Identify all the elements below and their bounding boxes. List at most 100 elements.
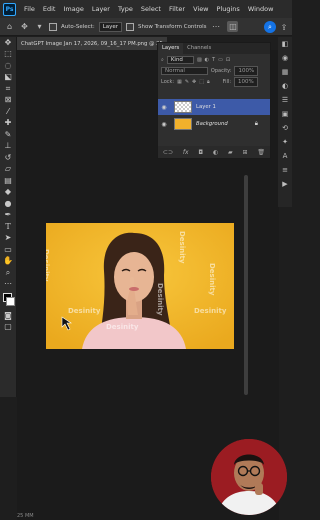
tab-layers[interactable]: Layers (158, 43, 184, 54)
fx-icon[interactable]: fx (183, 149, 189, 156)
share-icon[interactable]: ⇪ (279, 21, 289, 33)
eyedropper-icon[interactable]: ⁄ (0, 106, 16, 118)
status-bar: 25 MM (17, 512, 217, 520)
search-icon[interactable]: ⌕ (264, 21, 276, 33)
lock-icon: 🔒︎ (254, 120, 258, 127)
more-tools-icon[interactable]: ⋯ (0, 279, 16, 291)
history-brush-icon[interactable]: ↺ (0, 152, 16, 164)
move-tool-icon[interactable]: ✥ (0, 37, 16, 49)
libraries-icon[interactable]: ▣ (278, 107, 292, 121)
brush-tool-icon[interactable]: ✎ (0, 129, 16, 141)
lock-pixels-icon[interactable]: ▦ (177, 79, 182, 85)
layers-footer: ⊂⊃ fx ◘ ◐ ▰ ⊞ 🗑︎ (158, 146, 270, 158)
menu-edit[interactable]: Edit (39, 5, 60, 13)
chevron-down-icon[interactable]: ▾ (34, 21, 45, 32)
lock-position-icon[interactable]: ✥ (192, 79, 196, 85)
mask-icon[interactable]: ◘ (198, 149, 203, 156)
properties-icon[interactable]: ☰ (278, 93, 292, 107)
menu-filter[interactable]: Filter (165, 5, 189, 13)
lock-artboard-icon[interactable]: ⬚ (199, 79, 204, 85)
path-select-icon[interactable]: ➤ (0, 233, 16, 245)
clone-stamp-icon[interactable]: ⊥ (0, 141, 16, 153)
zoom-tool-icon[interactable]: ⌕ (0, 267, 16, 279)
gradient-tool-icon[interactable]: ▤ (0, 175, 16, 187)
webcam-overlay (211, 439, 287, 515)
opacity-field[interactable]: 100% (234, 65, 259, 76)
auto-select-dropdown[interactable]: Layer (98, 21, 123, 32)
adjustments-icon[interactable]: ◐ (278, 79, 292, 93)
lasso-tool-icon[interactable]: ◌ (0, 60, 16, 72)
more-options-icon[interactable]: ⋯ (210, 21, 221, 32)
folder-icon[interactable]: ▰ (228, 149, 233, 156)
channels-icon[interactable]: ≡ (278, 163, 292, 177)
fill-label: Fill: (222, 78, 232, 85)
document-tab[interactable]: ChatGPT Image Jan 17, 2026, 09_16_17 PM.… (17, 37, 167, 50)
menu-type[interactable]: Type (114, 5, 137, 13)
type-filter-icon[interactable]: T (212, 57, 215, 63)
layer-row-layer-1[interactable]: ◉ Layer 1 (158, 99, 270, 115)
crop-tool-icon[interactable]: ⌗ (0, 83, 16, 95)
eye-icon[interactable]: ◉ (158, 104, 170, 111)
filter-kind-dropdown[interactable]: Kind (166, 55, 194, 64)
lock-all-icon[interactable]: 🔒︎ (207, 79, 210, 85)
adjust-filter-icon[interactable]: ◐ (205, 57, 209, 63)
type-tool-icon[interactable]: T (0, 221, 16, 233)
history-icon[interactable]: ⟲ (278, 121, 292, 135)
color-swatches-icon[interactable] (0, 290, 16, 310)
quick-mask-icon[interactable]: ◙ (0, 310, 16, 322)
color-panel-icon[interactable]: ◉ (278, 51, 292, 65)
zoom-readout[interactable]: 25 MM (17, 513, 34, 519)
lock-label: Lock: (161, 78, 175, 85)
artboard-tool-icon[interactable]: ⬚ (0, 49, 16, 61)
new-layer-icon[interactable]: ⊞ (243, 149, 248, 156)
hand-tool-icon[interactable]: ✋ (0, 256, 16, 268)
fill-field[interactable]: 100% (234, 76, 258, 87)
character-icon[interactable]: A (278, 149, 292, 163)
menu-file[interactable]: File (20, 5, 39, 13)
move-tool-icon[interactable]: ✥ (19, 21, 30, 32)
layer-name[interactable]: Background (196, 121, 228, 127)
paths-icon[interactable]: ✦ (278, 135, 292, 149)
photoshop-logo: Ps (3, 2, 16, 16)
dodge-tool-icon[interactable]: ● (0, 198, 16, 210)
smart-filter-icon[interactable]: ⊡ (226, 57, 230, 63)
screen-mode-icon[interactable]: ▢ (0, 322, 16, 334)
menu-plugins[interactable]: Plugins (213, 5, 244, 13)
link-icon[interactable]: ⊂⊃ (163, 149, 173, 156)
auto-select-checkbox[interactable] (49, 22, 57, 31)
shape-tool-icon[interactable]: ▭ (0, 244, 16, 256)
object-select-icon[interactable]: ⬕ (0, 72, 16, 84)
shape-filter-icon[interactable]: ▭ (218, 57, 223, 63)
eraser-tool-icon[interactable]: ▱ (0, 164, 16, 176)
frame-tool-icon[interactable]: ⊠ (0, 95, 16, 107)
opacity-label: Opacity: (210, 67, 232, 74)
layer-name[interactable]: Layer 1 (196, 104, 216, 110)
lock-paint-icon[interactable]: ✎ (185, 79, 189, 85)
menu-image[interactable]: Image (59, 5, 87, 13)
layers-panel: Layers Channels ⌕ Kind ▨ ◐ T ▭ ⊡ Normal … (157, 42, 271, 159)
blend-mode-dropdown[interactable]: Normal (161, 66, 208, 75)
layers-panel-icon[interactable]: ◧ (278, 37, 292, 51)
pixel-filter-icon[interactable]: ▨ (197, 57, 202, 63)
tab-channels[interactable]: Channels (183, 43, 215, 54)
pen-tool-icon[interactable]: ✒ (0, 210, 16, 222)
actions-icon[interactable]: ▶ (278, 177, 292, 191)
watermark-text: Desinity (106, 323, 139, 331)
home-icon[interactable]: ⌂ (4, 21, 15, 32)
trash-icon[interactable]: 🗑︎ (257, 149, 265, 156)
3d-mode-icon[interactable]: ◫ (227, 21, 239, 32)
healing-brush-icon[interactable]: ✚ (0, 118, 16, 130)
adjustment-icon[interactable]: ◐ (213, 149, 218, 156)
menu-layer[interactable]: Layer (88, 5, 114, 13)
blur-tool-icon[interactable]: ◆ (0, 187, 16, 199)
swatches-icon[interactable]: ▦ (278, 65, 292, 79)
eye-icon[interactable]: ◉ (158, 121, 170, 128)
canvas-scrollbar[interactable] (244, 175, 248, 395)
menu-view[interactable]: View (189, 5, 212, 13)
layer-row-background[interactable]: ◉ Background 🔒︎ (158, 116, 270, 132)
watermark-text: Desinity (208, 263, 216, 296)
menu-select[interactable]: Select (137, 5, 165, 13)
menu-window[interactable]: Window (244, 5, 278, 13)
show-transform-checkbox[interactable] (126, 22, 135, 31)
portrait-image (46, 223, 234, 349)
